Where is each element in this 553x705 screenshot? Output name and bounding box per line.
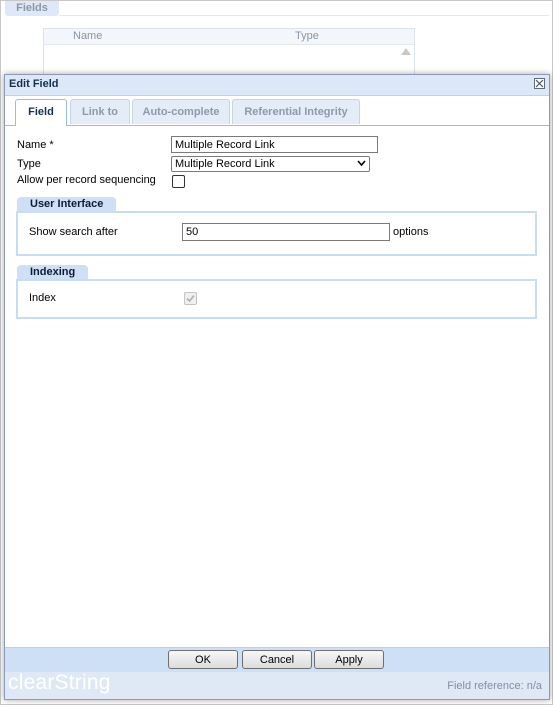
show-search-label: Show search after [29, 226, 118, 238]
tab-auto-complete[interactable]: Auto-complete [132, 99, 230, 124]
index-checkbox[interactable] [184, 292, 197, 305]
tab-referential-integrity[interactable]: Referential Integrity [232, 99, 360, 124]
edit-field-dialog: Edit Field Field Link to Auto-complete R… [4, 74, 550, 700]
user-interface-fieldset: Show search after options [16, 211, 537, 256]
brand-logo: clearString [8, 671, 111, 694]
sequencing-label: Allow per record sequencing [17, 174, 156, 186]
indexing-fieldset: Index [16, 279, 537, 319]
tab-field[interactable]: Field [15, 99, 67, 126]
index-label: Index [29, 292, 56, 304]
dialog-footer: OK Cancel Apply [5, 647, 549, 672]
status-bar: clearString Field reference: n/a [5, 671, 549, 699]
user-interface-legend: User Interface [17, 197, 117, 211]
name-label: Name * [17, 139, 54, 151]
field-reference: Field reference: n/a [447, 680, 542, 692]
chevron-down-icon [357, 160, 366, 167]
grid-header: Name Type [44, 29, 414, 45]
column-header-type[interactable]: Type [295, 30, 319, 42]
checkmark-icon [186, 294, 195, 303]
apply-button[interactable]: Apply [314, 650, 384, 669]
dialog-title: Edit Field [9, 78, 59, 90]
options-suffix: options [393, 226, 429, 238]
dialog-tabs: Field Link to Auto-complete Referential … [5, 97, 549, 126]
fields-tab[interactable]: Fields [5, 1, 59, 16]
type-select-value: Multiple Record Link [175, 158, 275, 170]
name-field[interactable] [171, 136, 378, 153]
fields-grid: Name Type [43, 28, 415, 78]
scroll-up-icon[interactable] [401, 48, 411, 55]
show-search-input[interactable] [182, 223, 390, 241]
cancel-button[interactable]: Cancel [242, 650, 312, 669]
column-header-name[interactable]: Name [73, 30, 102, 42]
ok-button[interactable]: OK [168, 650, 238, 669]
sequencing-checkbox[interactable] [172, 175, 185, 188]
dialog-header[interactable]: Edit Field [5, 75, 549, 96]
type-select[interactable]: Multiple Record Link [171, 156, 370, 172]
close-icon[interactable] [534, 78, 545, 89]
type-label: Type [17, 158, 41, 170]
tab-link-to[interactable]: Link to [70, 99, 130, 124]
indexing-legend: Indexing [17, 265, 89, 279]
tab-underline [59, 15, 549, 16]
